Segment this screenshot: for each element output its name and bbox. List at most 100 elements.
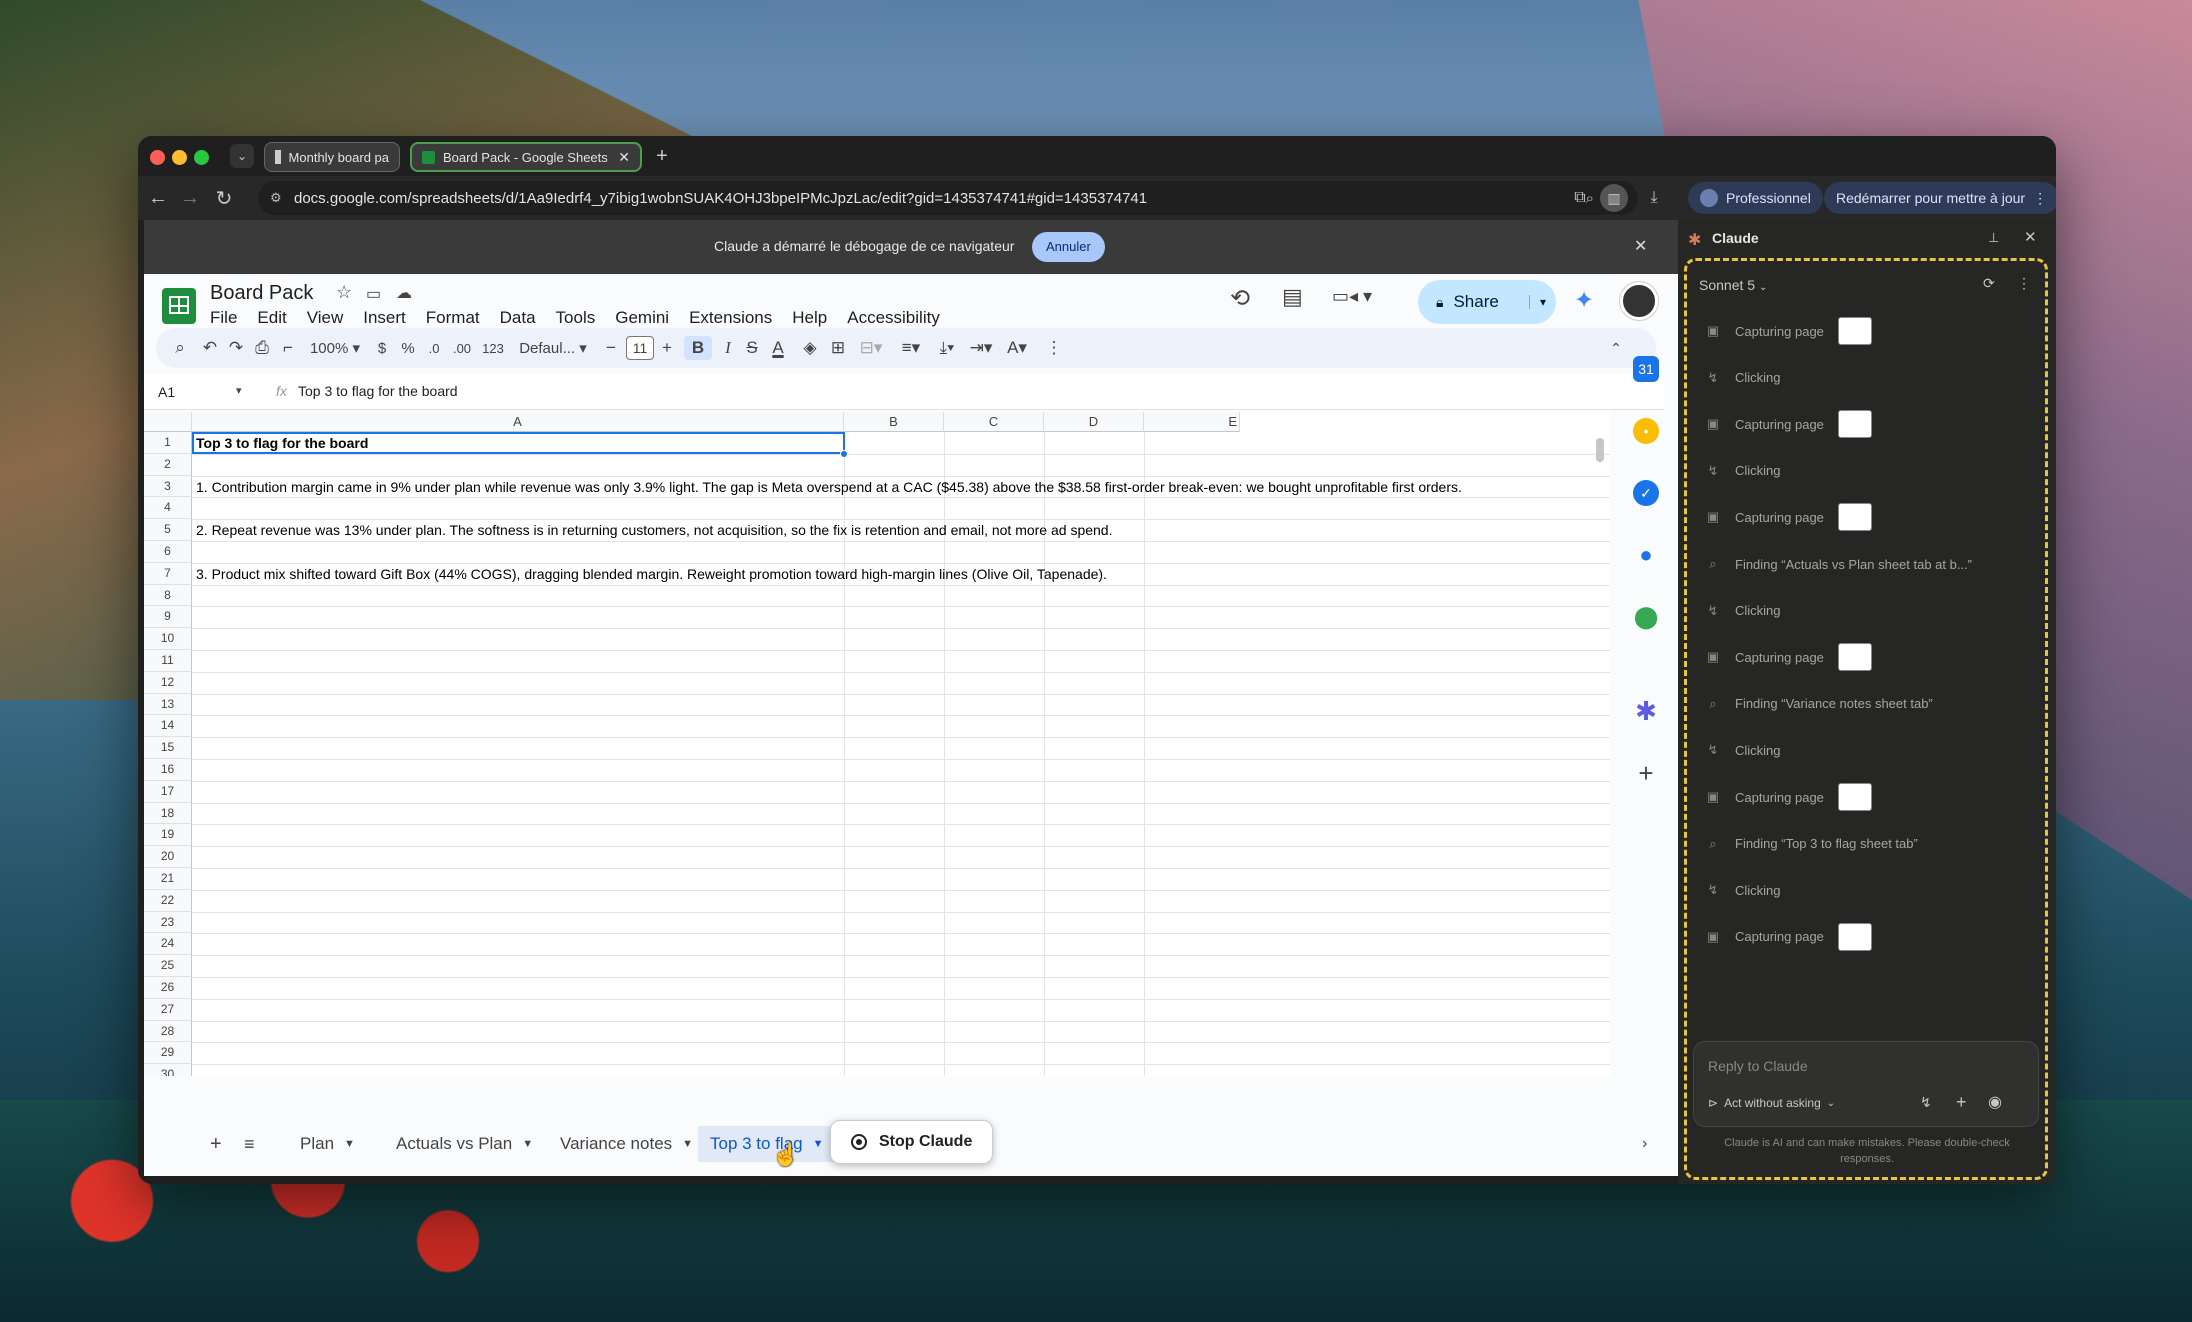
side-panel-icon[interactable]: ▥	[1600, 184, 1628, 212]
cancel-debug-button[interactable]: Annuler	[1032, 232, 1105, 262]
bold-icon[interactable]: B	[684, 336, 712, 360]
column-header-a[interactable]: A	[192, 412, 844, 432]
profile-button[interactable]: Professionnel	[1688, 182, 1823, 214]
font-size-input[interactable]: 11	[626, 336, 654, 360]
sidebar-toggle-icon[interactable]: ›	[1630, 1126, 1659, 1162]
add-addon-icon[interactable]: +	[1633, 758, 1659, 788]
menu-accessibility[interactable]: Accessibility	[847, 308, 940, 328]
name-box[interactable]: A1	[158, 384, 175, 400]
row-header[interactable]: 20	[144, 846, 192, 868]
menu-format[interactable]: Format	[426, 308, 480, 328]
keep-icon[interactable]: •	[1633, 418, 1659, 444]
screenshot-thumbnail[interactable]	[1837, 503, 1872, 532]
column-header-c[interactable]: C	[944, 412, 1044, 432]
vertical-scrollbar[interactable]	[1596, 438, 1604, 462]
column-header-e[interactable]: E	[1144, 412, 1240, 432]
vertical-align-icon[interactable]: ⤓▾	[932, 336, 962, 360]
action-step[interactable]: ▣ Capturing page	[1705, 643, 1872, 672]
row-header[interactable]: 4	[144, 497, 192, 520]
number-format-button[interactable]: 123	[480, 336, 506, 360]
screenshot-thumbnail[interactable]	[1837, 317, 1872, 345]
download-icon[interactable]: ⤓	[1642, 186, 1666, 210]
undo-icon[interactable]: ↶	[200, 336, 220, 360]
action-step[interactable]: ↯ Clicking	[1705, 876, 1781, 904]
row-header[interactable]: 27	[144, 998, 192, 1021]
text-color-icon[interactable]: A	[768, 336, 788, 360]
action-step[interactable]: ↯ Clicking	[1705, 736, 1781, 764]
menu-extensions[interactable]: Extensions	[689, 308, 772, 328]
row-header[interactable]: 15	[144, 737, 192, 759]
row-header[interactable]: 25	[144, 955, 192, 977]
row-header[interactable]: 29	[144, 1042, 192, 1065]
italic-icon[interactable]: I	[718, 336, 738, 360]
row-header[interactable]: 14	[144, 715, 192, 738]
action-step[interactable]: ▣ Capturing page	[1705, 503, 1872, 532]
action-step[interactable]: ↯ Clicking	[1705, 457, 1781, 485]
action-step[interactable]: ▣ Capturing page	[1705, 410, 1872, 439]
row-header[interactable]: 23	[144, 911, 192, 934]
fill-color-icon[interactable]: ◈	[800, 336, 820, 360]
reload-icon[interactable]: ↻	[212, 186, 236, 210]
reply-box[interactable]: Reply to Claude ⊳ Act without asking ⌄ ↯…	[1693, 1041, 2039, 1127]
claude-extension-icon[interactable]: ✱	[1633, 696, 1659, 726]
font-size-increase-icon[interactable]: +	[658, 336, 676, 360]
menu-gemini[interactable]: Gemini	[615, 308, 669, 328]
row-header[interactable]: 8	[144, 584, 192, 607]
row-header[interactable]: 5	[144, 519, 192, 541]
fill-handle[interactable]	[840, 450, 848, 458]
row-header[interactable]: 28	[144, 1020, 192, 1043]
mode-select[interactable]: ⊳ Act without asking ⌄	[1708, 1096, 1835, 1110]
font-select[interactable]: Defaul... ▾	[518, 336, 588, 360]
pin-icon[interactable]: ⊥	[1988, 230, 1999, 246]
screenshot-thumbnail[interactable]	[1837, 922, 1872, 951]
row-header[interactable]: 2	[144, 453, 192, 476]
currency-button[interactable]: $	[372, 336, 392, 360]
doc-title[interactable]: Board Pack	[210, 282, 313, 305]
maximize-window-button[interactable]	[194, 150, 209, 165]
sheet-tab-variance-notes[interactable]: Variance notes ▼	[548, 1126, 705, 1162]
redo-icon[interactable]: ↷	[226, 336, 246, 360]
action-step[interactable]: ▣ Capturing page	[1705, 922, 1872, 951]
minimize-window-button[interactable]	[172, 150, 187, 165]
contacts-icon[interactable]: ●	[1633, 542, 1659, 568]
menu-view[interactable]: View	[307, 308, 344, 328]
gemini-icon[interactable]: ✦	[1574, 286, 1594, 315]
row-header[interactable]: 17	[144, 780, 192, 803]
name-box-dropdown-icon[interactable]: ▾	[236, 384, 242, 397]
row-header[interactable]: 16	[144, 759, 192, 781]
close-debug-icon[interactable]: ✕	[1634, 236, 1647, 256]
url-field[interactable]: ⚙ docs.google.com/spreadsheets/d/1Aa9Ied…	[258, 181, 1638, 215]
share-dropdown-icon[interactable]: ▾	[1528, 295, 1546, 309]
row-header[interactable]: 22	[144, 889, 192, 912]
action-step[interactable]: ↯ Clicking	[1705, 597, 1781, 625]
row-header[interactable]: 9	[144, 606, 192, 629]
action-step[interactable]: ⌕ Finding “Variance notes sheet tab”	[1705, 690, 1932, 718]
cell-grid[interactable]: A B C D E 1 2 3 4 5 6 7 8 9 10 11 12 13 14 15 16 17 18 19 2…	[144, 412, 1610, 1076]
row-header[interactable]: 21	[144, 868, 192, 890]
row-header[interactable]: 10	[144, 628, 192, 650]
screenshot-thumbnail[interactable]	[1837, 410, 1872, 439]
row-header[interactable]: 11	[144, 650, 192, 672]
meet-icon[interactable]: ▭◂ ▾	[1332, 286, 1372, 307]
tasks-icon[interactable]: ✓	[1633, 480, 1659, 506]
action-step[interactable]: ⌕ Finding “Actuals vs Plan sheet tab at b…	[1705, 550, 1972, 578]
tab-search-chevron-icon[interactable]: ⌄	[230, 144, 254, 168]
row-header[interactable]: 3	[144, 475, 192, 498]
menu-data[interactable]: Data	[500, 308, 536, 328]
row-header[interactable]: 24	[144, 933, 192, 956]
screenshot-thumbnail[interactable]	[1837, 643, 1872, 672]
move-folder-icon[interactable]: ▭	[366, 284, 381, 304]
close-tab-icon[interactable]: ✕	[618, 149, 630, 166]
stop-claude-button[interactable]: Stop Claude	[830, 1120, 994, 1164]
merge-cells-icon[interactable]: ⊟▾	[856, 336, 886, 360]
close-panel-icon[interactable]: ✕	[2024, 228, 2037, 246]
forward-icon[interactable]: →	[178, 186, 202, 210]
new-tab-button[interactable]: +	[650, 144, 674, 168]
version-history-icon[interactable]: ⟲	[1230, 284, 1250, 313]
screenshot-thumbnail[interactable]	[1837, 783, 1872, 811]
text-wrap-icon[interactable]: ⇥▾	[966, 336, 996, 360]
sheets-logo-icon[interactable]	[162, 288, 196, 324]
history-icon[interactable]: ⟳	[1983, 275, 1995, 292]
borders-icon[interactable]: ⊞	[828, 336, 848, 360]
extensions-icon[interactable]: ⧉	[1568, 186, 1592, 210]
